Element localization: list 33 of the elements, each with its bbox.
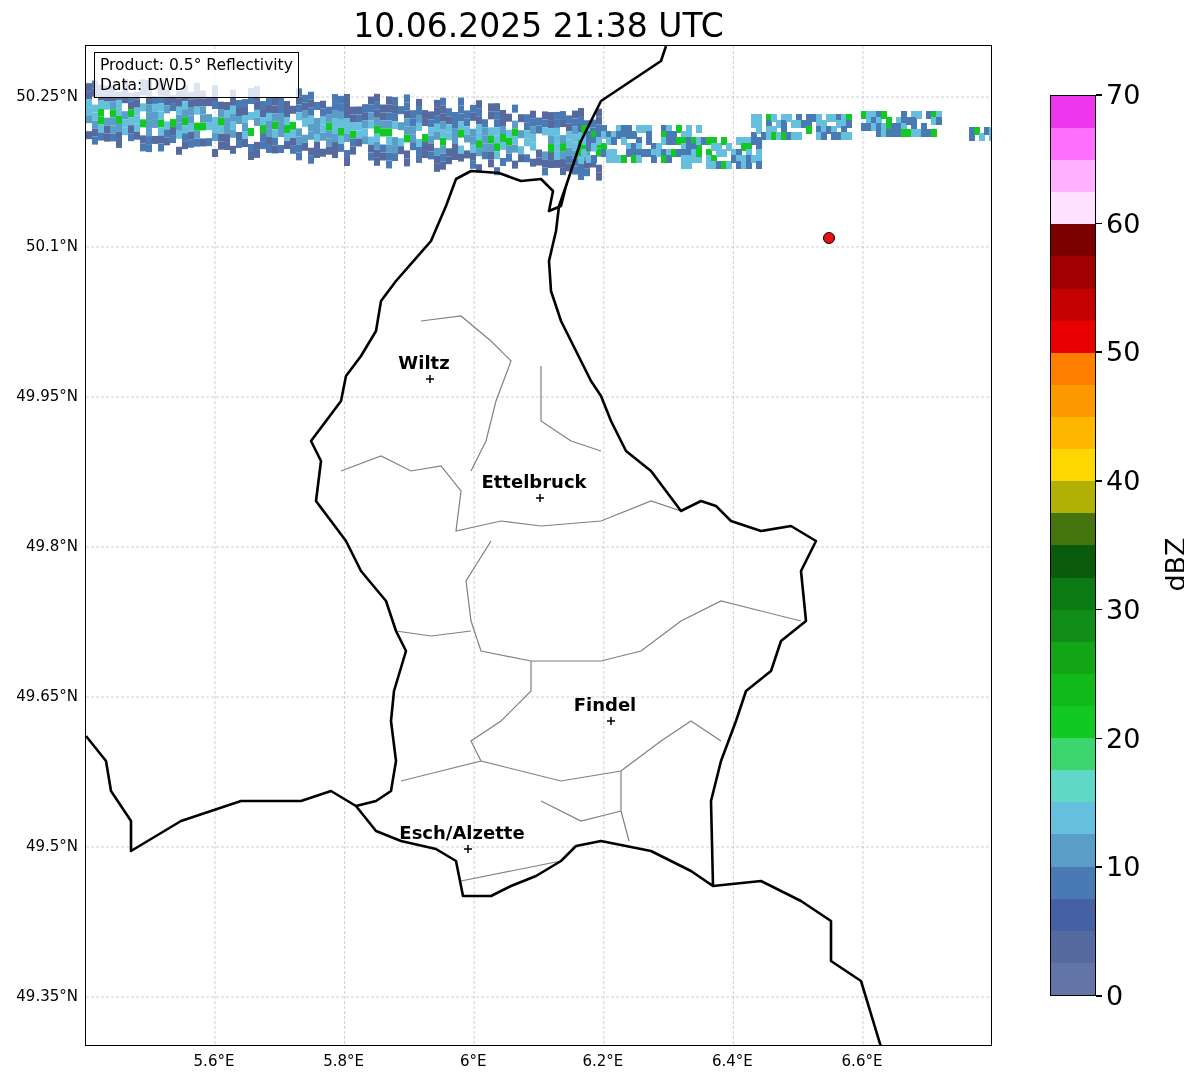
city-marker-icon bbox=[606, 716, 616, 726]
latitude-label: 49.5°N bbox=[25, 837, 78, 855]
city-label: Wiltz bbox=[398, 352, 450, 373]
chart-title: 10.06.2025 21:38 UTC bbox=[352, 5, 725, 45]
radar-site-marker bbox=[823, 232, 835, 244]
scale-tick-label: 30 bbox=[1106, 592, 1141, 627]
latitude-label: 49.65°N bbox=[16, 687, 78, 705]
city-label: Esch/Alzette bbox=[399, 822, 525, 843]
city-label: Findel bbox=[573, 694, 637, 715]
longitude-label: 5.8°E bbox=[323, 1052, 364, 1070]
scale-tick-label: 10 bbox=[1106, 850, 1141, 885]
longitude-label: 6.2°E bbox=[582, 1052, 624, 1070]
latitude-label: 49.8°N bbox=[25, 537, 78, 555]
legend-text: Product: 0.5° Reflectivity bbox=[100, 55, 293, 75]
scale-tick-label: 50 bbox=[1106, 335, 1141, 370]
legend-text: Data: DWD bbox=[100, 75, 188, 95]
scale-tick-label: 0 bbox=[1106, 979, 1124, 1013]
city-label: Ettelbruck bbox=[481, 471, 587, 492]
scale-tick-label: 40 bbox=[1106, 464, 1141, 499]
longitude-label: 6.6°E bbox=[841, 1052, 883, 1070]
city-marker-icon bbox=[535, 493, 545, 503]
latitude-label: 50.1°N bbox=[25, 237, 78, 255]
scale-tick-label: 60 bbox=[1106, 206, 1141, 241]
scale-tick-label: 20 bbox=[1106, 721, 1141, 756]
city-marker-icon bbox=[463, 844, 473, 854]
longitude-label: 6°E bbox=[459, 1052, 487, 1070]
latitude-label: 49.35°N bbox=[16, 987, 78, 1005]
latitude-label: 50.25°N bbox=[16, 87, 78, 105]
latitude-label: 49.95°N bbox=[16, 387, 78, 405]
city-marker-icon bbox=[425, 374, 435, 384]
scale-tick-label: 70 bbox=[1106, 78, 1141, 112]
longitude-label: 6.4°E bbox=[711, 1052, 753, 1070]
longitude-label: 5.6°E bbox=[193, 1052, 235, 1070]
